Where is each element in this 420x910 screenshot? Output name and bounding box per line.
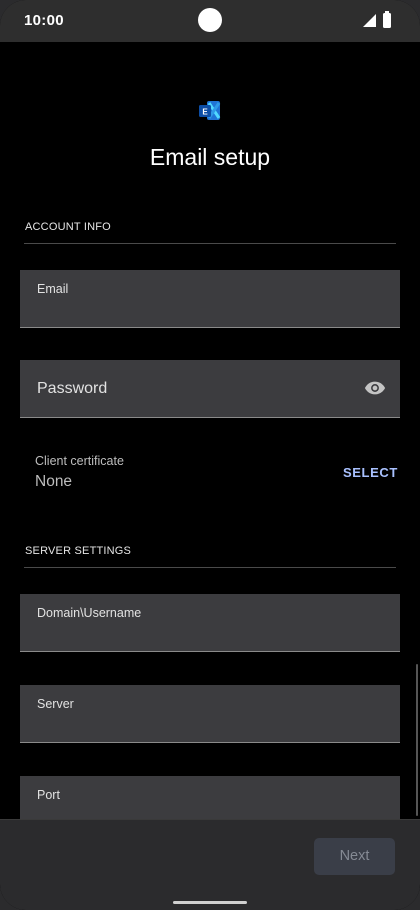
client-certificate-value: None (35, 473, 73, 490)
eye-icon[interactable] (364, 379, 386, 397)
password-field-label: Password (37, 380, 108, 397)
camera-cutout (198, 8, 222, 32)
scrollbar[interactable] (416, 664, 418, 816)
home-indicator[interactable] (173, 901, 247, 904)
server-field[interactable]: Server (20, 685, 400, 743)
section-header-server-settings: SERVER SETTINGS (25, 545, 132, 557)
client-certificate-label: Client certificate (35, 454, 124, 468)
section-divider (24, 567, 396, 568)
status-time: 10:00 (24, 12, 64, 29)
exchange-logo-icon: E (199, 101, 221, 120)
server-field-label: Server (37, 697, 74, 711)
status-bar: 10:00 (0, 0, 420, 42)
page-title: Email setup (149, 144, 271, 170)
battery-icon (383, 11, 391, 28)
svg-text:E: E (202, 108, 208, 117)
setup-form: E Email setup ACCOUNT INFO Email Passwor… (0, 42, 420, 819)
phone-screen: 10:00 E Email setup ACCOUNT INFO Email P… (0, 0, 420, 910)
port-field-label: Port (37, 788, 60, 802)
section-header-account-info: ACCOUNT INFO (25, 221, 111, 233)
signal-icon (363, 14, 376, 27)
port-field[interactable]: Port (20, 776, 400, 819)
bottom-bar: Next (0, 819, 420, 910)
email-field[interactable]: Email (20, 270, 400, 328)
section-divider (24, 243, 396, 244)
bottom-divider (0, 819, 420, 820)
select-certificate-button[interactable]: SELECT (343, 465, 398, 480)
next-button[interactable]: Next (314, 838, 395, 875)
domain-username-label: Domain\Username (37, 606, 142, 620)
password-field[interactable]: Password (20, 360, 400, 418)
email-field-label: Email (37, 282, 69, 296)
domain-username-field[interactable]: Domain\Username (20, 594, 400, 652)
